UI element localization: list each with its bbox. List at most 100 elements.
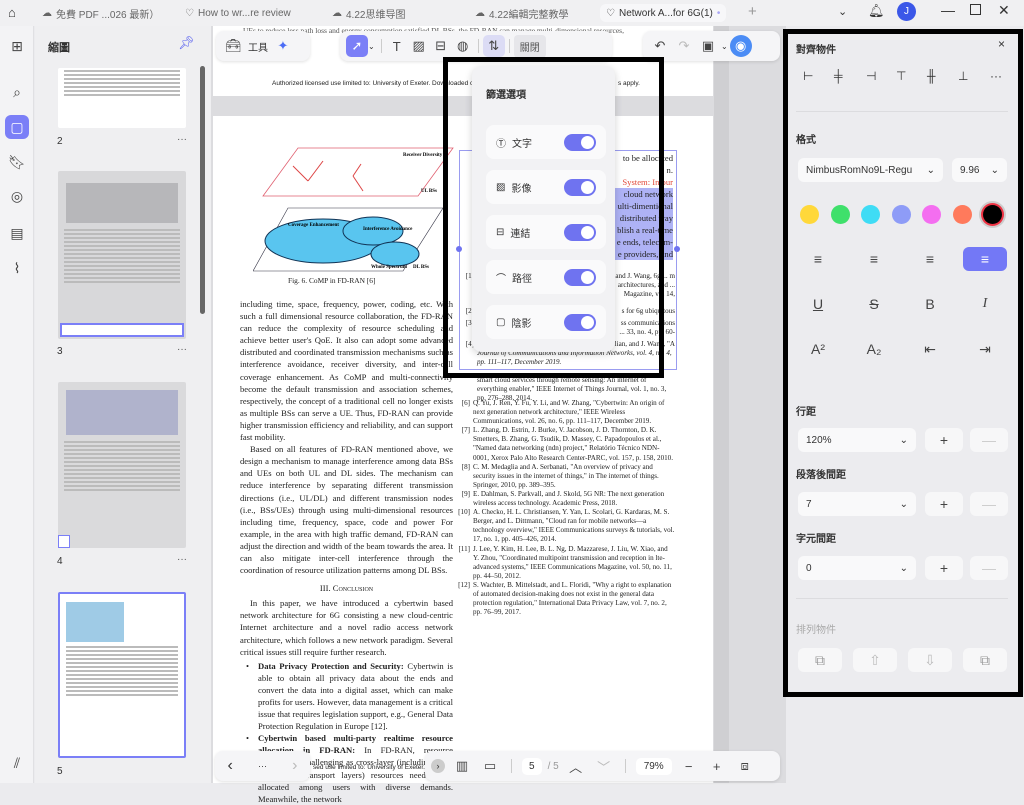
thumbnail-page-2[interactable] [58,68,186,128]
ai-assistant-icon[interactable]: ◉ [729,35,752,57]
more-align-icon[interactable]: ··· [990,69,1002,83]
font-family-select[interactable]: NimbusRomNo9L-Regu ⌄ [798,158,943,182]
tab-2[interactable]: ♡ How to wr...re review [185,4,291,22]
expand-icon[interactable]: › [431,759,445,773]
previous-button[interactable]: ‹ [228,757,233,775]
more-icon[interactable]: ··· [177,554,187,565]
paragraph-spacing-select[interactable]: 7 ⌄ [798,492,916,516]
home-icon[interactable]: ⌂ [8,5,16,20]
char-spacing-select[interactable]: 0 ⌄ [798,556,916,580]
zoom-in-icon[interactable]: + [706,755,728,777]
save-icon[interactable]: ▣ [697,35,719,57]
color-swatch-cyan[interactable] [861,205,880,224]
redo-icon[interactable]: ↷ [673,35,695,57]
ai-sparkle-icon[interactable]: ✦ [272,35,294,57]
color-swatch-blue[interactable] [892,205,911,224]
tools-button[interactable]: 工具 [248,39,268,54]
underline-icon[interactable]: U [796,292,840,316]
thumbnails-icon[interactable]: ▢ [5,115,29,139]
thumbnail-page-3[interactable] [58,171,186,339]
more-icon[interactable]: ··· [177,134,187,145]
paragraph-spacing-decrease[interactable]: — [970,492,1008,516]
tab-3[interactable]: ☁ 4.22思维导图 [332,4,405,22]
bring-forward-icon[interactable]: ⇧ [853,648,897,672]
superscript-icon[interactable]: A² [796,337,840,361]
color-swatch-green[interactable] [831,205,850,224]
link-toggle[interactable] [564,223,596,241]
strikethrough-icon[interactable]: S [852,292,896,316]
present-icon[interactable]: ▭ [479,755,501,777]
page-down-icon[interactable]: ﹀ [593,755,615,777]
scrollbar[interactable] [200,66,205,314]
select-cursor-icon[interactable]: ➚ [346,35,368,57]
tab-4[interactable]: ☁ 4.22編輯完整教學 [475,4,568,22]
image-toggle[interactable] [564,178,596,196]
align-text-left-icon[interactable]: ≡ [796,247,840,271]
tab-1[interactable]: ☁ 免費 PDF ...026 最新） [42,4,159,22]
new-tab-icon[interactable]: + [748,3,757,20]
selected-text[interactable]: to be allocated n. System: In our cloud n… [611,152,673,260]
zoom-level[interactable]: 79% [635,757,672,775]
apps-grid-icon[interactable]: ⊞ [5,34,29,58]
align-right-icon[interactable]: ⊣ [866,69,876,83]
attachment-icon[interactable]: ⌇ [5,256,29,280]
undo-icon[interactable]: ↶ [649,35,671,57]
zoom-out-icon[interactable]: − [678,755,700,777]
close-window-icon[interactable]: ✕ [998,2,1010,19]
close-edit-button[interactable]: 關閉 [513,34,546,58]
line-spacing-select[interactable]: 120% ⌄ [798,428,916,452]
comment-icon[interactable]: ◎ [5,184,29,208]
next-button[interactable]: › [292,757,297,775]
page-up-icon[interactable]: ︿ [565,755,587,777]
send-to-back-icon[interactable]: ⧉ [963,648,1007,672]
more-icon[interactable]: ··· [258,761,267,771]
color-swatch-yellow[interactable] [800,205,819,224]
selection-checkbox[interactable] [58,535,70,548]
font-size-select[interactable]: 9.96 ⌄ [952,158,1007,182]
color-swatch-black-selected[interactable] [983,205,1002,224]
avatar[interactable]: J [897,2,916,21]
paragraph-spacing-increase[interactable]: + [925,492,963,516]
maximize-icon[interactable] [970,4,981,15]
justify-text-icon[interactable]: ≡ [963,247,1007,271]
text-toggle[interactable] [564,133,596,151]
resize-handle[interactable] [456,246,462,252]
char-spacing-increase[interactable]: + [925,556,963,580]
close-panel-icon[interactable]: × [998,37,1005,51]
line-spacing-decrease[interactable]: — [970,428,1008,452]
thumbnail-page-4[interactable] [58,382,186,548]
filter-icon[interactable]: ⇅ [482,35,505,57]
bring-to-front-icon[interactable]: ⧉ [798,648,842,672]
document-icon[interactable]: ▤ [5,221,29,245]
add-image-icon[interactable]: ▨ [408,35,430,57]
add-text-icon[interactable]: T [386,35,408,57]
minimize-icon[interactable]: — [941,2,955,18]
align-text-center-icon[interactable]: ≡ [852,247,896,271]
search-icon[interactable]: ⌕ [5,80,29,104]
bold-icon[interactable]: B [908,292,952,316]
resize-handle[interactable] [674,246,680,252]
page-number-input[interactable]: 5 [522,757,542,775]
toolbox-icon[interactable]: 🧰︎ [222,35,244,57]
align-top-icon[interactable]: ⊤ [896,69,906,83]
path-toggle[interactable] [564,268,596,286]
vertical-scrollbar[interactable] [714,26,729,783]
more-icon[interactable]: ··· [177,344,187,355]
subscript-icon[interactable]: A₂ [852,337,896,361]
align-bottom-icon[interactable]: ⊥ [958,69,968,83]
send-backward-icon[interactable]: ⇩ [908,648,952,672]
italic-icon[interactable]: I [963,292,1007,316]
chevron-down-icon[interactable]: ⌄ [368,42,375,51]
page-layout-icon[interactable]: ▥ [451,755,473,777]
line-spacing-increase[interactable]: + [925,428,963,452]
thumbnail-page-5[interactable] [58,592,186,758]
add-shape-icon[interactable]: ◍ [452,35,474,57]
pin-icon[interactable]: 📌︎ [178,35,195,51]
align-center-h-icon[interactable]: ╪ [834,69,843,83]
tab-5-active[interactable]: ♡ Network A...for 6G(1) • [600,4,727,22]
shadow-toggle[interactable] [564,313,596,331]
chevron-down-icon[interactable]: ⌄ [721,42,728,51]
increase-indent-icon[interactable]: ⇥ [963,337,1007,361]
chevron-down-icon[interactable]: ⌄ [838,5,847,18]
decrease-indent-icon[interactable]: ⇤ [908,337,952,361]
